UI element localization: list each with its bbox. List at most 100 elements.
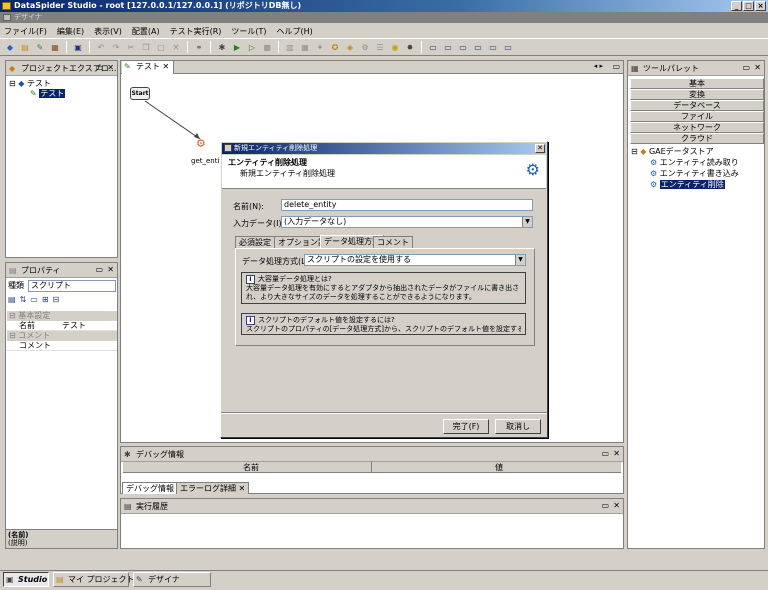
debug-panel: ✱ デバッグ情報 ▭ ✕ 名前 値 デバッグ情報 ✕ エラーログ詳細 ✕ bbox=[120, 446, 624, 494]
close-view-icon[interactable]: ✕ bbox=[107, 63, 114, 73]
palette-item[interactable]: ⚙ エンティティ書き込み bbox=[650, 169, 739, 179]
taskbar-my-project[interactable]: ▤ マイ プロジェクト bbox=[53, 572, 135, 587]
document-icon[interactable]: ▥ bbox=[284, 41, 296, 53]
variable-icon[interactable]: ◈ bbox=[344, 41, 356, 53]
dialog-close-button[interactable]: ✕ bbox=[535, 144, 545, 153]
maximize-view-icon[interactable]: ▭ bbox=[601, 501, 609, 511]
palette-category-database[interactable]: データベース bbox=[630, 100, 764, 111]
palette-category-cloud[interactable]: クラウド bbox=[630, 133, 764, 144]
palette-category-file[interactable]: ファイル bbox=[630, 111, 764, 122]
save-icon[interactable]: ▣ bbox=[72, 41, 84, 53]
cancel-button[interactable]: 取消し bbox=[495, 419, 541, 434]
palette-category-convert[interactable]: 変換 bbox=[630, 89, 764, 100]
property-section-comment[interactable]: ⊟ コメント bbox=[7, 331, 117, 341]
maximize-view-icon[interactable]: ▭ bbox=[95, 63, 103, 73]
menu-test-run[interactable]: テスト実行(R) bbox=[170, 26, 222, 37]
palette-category-network[interactable]: ネットワーク bbox=[630, 122, 764, 133]
palette-item[interactable]: ⚙ エンティティ削除 bbox=[650, 180, 725, 190]
menu-tools[interactable]: ツール(T) bbox=[231, 26, 266, 37]
property-row[interactable]: コメント bbox=[7, 341, 117, 351]
wrench-icon[interactable]: ✦ bbox=[314, 41, 326, 53]
new-script-icon[interactable]: ✎ bbox=[34, 41, 46, 53]
menu-view[interactable]: 表示(V) bbox=[94, 26, 122, 37]
filter-icon[interactable]: ▭ bbox=[30, 295, 38, 307]
layout-4-icon[interactable]: ▭ bbox=[472, 41, 484, 53]
taskbar-designer[interactable]: ✎ デザイナ bbox=[133, 572, 211, 587]
collapse-all-icon[interactable]: ⊟ bbox=[53, 295, 60, 307]
project-icon: ◆ bbox=[18, 79, 25, 88]
menu-arrange[interactable]: 配置(A) bbox=[132, 26, 160, 37]
maximize-view-icon[interactable]: ▭ bbox=[742, 63, 750, 73]
stop-icon[interactable]: ■ bbox=[261, 41, 273, 53]
menu-file[interactable]: ファイル(F) bbox=[4, 26, 47, 37]
exception-icon[interactable]: ⚙ bbox=[359, 41, 371, 53]
mapper-icon[interactable]: ✪ bbox=[329, 41, 341, 53]
tab-required[interactable]: 必須設定 bbox=[235, 236, 275, 248]
finish-button[interactable]: 完了(F) bbox=[443, 419, 489, 434]
step-icon[interactable]: ▷ bbox=[246, 41, 258, 53]
layout-3-icon[interactable]: ▭ bbox=[457, 41, 469, 53]
grid-icon[interactable]: ▦ bbox=[299, 41, 311, 53]
undo-icon[interactable]: ↶ bbox=[95, 41, 107, 53]
tab-error-log[interactable]: エラーログ詳細 ✕ bbox=[176, 482, 250, 494]
debug-icon[interactable]: ✱ bbox=[216, 41, 228, 53]
name-field[interactable]: delete_entity bbox=[281, 199, 533, 211]
collapse-icon[interactable]: ⊟ bbox=[631, 147, 638, 156]
dialog-titlebar: 新規エンティティ削除処理 ✕ bbox=[222, 143, 546, 154]
palette-item-label: エンティティ書き込み bbox=[659, 169, 739, 178]
cut-icon[interactable]: ✂ bbox=[125, 41, 137, 53]
palette-icon: ▦ bbox=[631, 64, 639, 73]
maximize-view-icon[interactable]: ▭ bbox=[95, 265, 103, 275]
info-icon: i bbox=[246, 316, 255, 325]
layout-1-icon[interactable]: ▭ bbox=[427, 41, 439, 53]
delete-icon[interactable]: ✕ bbox=[170, 41, 182, 53]
close-view-icon[interactable]: ✕ bbox=[613, 501, 620, 511]
maximize-view-icon[interactable]: ▭ bbox=[601, 449, 609, 459]
layout-2-icon[interactable]: ▭ bbox=[442, 41, 454, 53]
app-icon bbox=[2, 2, 11, 10]
tree-script-item[interactable]: ✎ テスト bbox=[30, 89, 66, 99]
window-titlebar: DataSpider Studio - root [127.0.0.1/127.… bbox=[0, 0, 768, 12]
layout-6-icon[interactable]: ▭ bbox=[502, 41, 514, 53]
paste-icon[interactable]: ▢ bbox=[155, 41, 167, 53]
maximize-button[interactable]: □ bbox=[743, 1, 754, 11]
menu-edit[interactable]: 編集(E) bbox=[57, 26, 84, 37]
palette-category-basic[interactable]: 基本 bbox=[630, 78, 764, 89]
sort-icon[interactable]: ⇅ bbox=[20, 295, 27, 307]
taskbar-studio[interactable]: ▣ Studio bbox=[3, 572, 49, 587]
tree-root[interactable]: ⊟ ◆ テスト bbox=[9, 79, 51, 89]
chevron-down-icon[interactable]: ▼ bbox=[522, 217, 532, 227]
tab-comment[interactable]: コメント bbox=[373, 236, 413, 248]
processing-method-select[interactable]: スクリプトの設定を使用する ▼ bbox=[304, 254, 526, 266]
close-view-icon[interactable]: ✕ bbox=[754, 63, 761, 73]
menu-help[interactable]: ヘルプ(H) bbox=[277, 26, 313, 37]
properties-icon[interactable]: ▦ bbox=[49, 41, 61, 53]
close-view-icon[interactable]: ✕ bbox=[613, 449, 620, 459]
copy-icon[interactable]: ❐ bbox=[140, 41, 152, 53]
property-section-basic[interactable]: ⊟ 基本設定 bbox=[7, 311, 117, 321]
link-icon[interactable]: ⚭ bbox=[193, 41, 205, 53]
chevron-down-icon[interactable]: ▼ bbox=[515, 255, 525, 265]
log-icon[interactable]: ☰ bbox=[374, 41, 386, 53]
close-button[interactable]: × bbox=[755, 1, 766, 11]
col-value-header[interactable]: 値 bbox=[495, 462, 503, 473]
component-icon[interactable]: ✸ bbox=[404, 41, 416, 53]
monitor-icon[interactable]: ◉ bbox=[389, 41, 401, 53]
collapse-icon[interactable]: ⊟ bbox=[9, 79, 16, 88]
open-icon[interactable]: ▤ bbox=[19, 41, 31, 53]
run-icon[interactable]: ▶ bbox=[231, 41, 243, 53]
palette-item[interactable]: ⚙ エンティティ読み取り bbox=[650, 158, 739, 168]
property-row[interactable]: 名前 テスト bbox=[7, 321, 117, 331]
input-data-select[interactable]: (入力データなし) ▼ bbox=[281, 216, 533, 228]
close-view-icon[interactable]: ✕ bbox=[107, 265, 114, 275]
minimize-button[interactable]: _ bbox=[731, 1, 742, 11]
entity-node-icon[interactable]: ⚙ bbox=[196, 137, 210, 151]
new-project-icon[interactable]: ◆ bbox=[4, 41, 16, 53]
categorize-icon[interactable]: ▤ bbox=[8, 295, 16, 307]
type-field[interactable]: スクリプト bbox=[28, 280, 116, 292]
palette-group-gae[interactable]: ⊟ ◆ GAEデータストア bbox=[631, 147, 714, 157]
col-name-header[interactable]: 名前 bbox=[243, 462, 259, 473]
layout-5-icon[interactable]: ▭ bbox=[487, 41, 499, 53]
expand-all-icon[interactable]: ⊞ bbox=[42, 295, 49, 307]
redo-icon[interactable]: ↷ bbox=[110, 41, 122, 53]
